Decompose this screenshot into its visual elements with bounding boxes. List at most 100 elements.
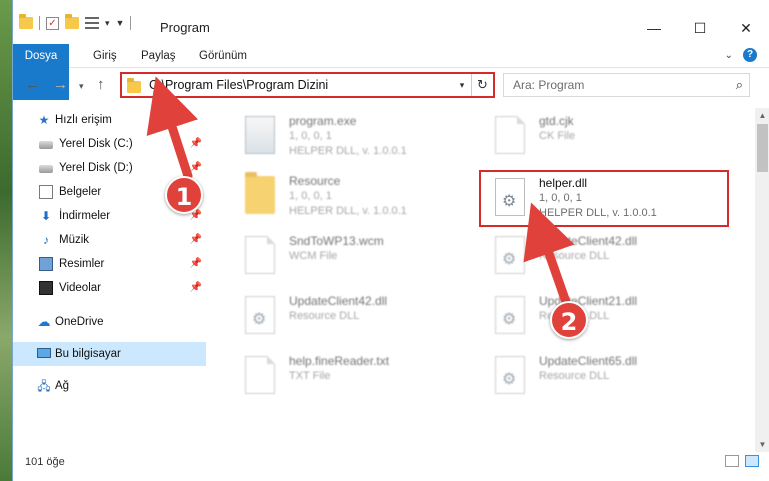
sidebar-item-label: OneDrive	[55, 316, 104, 328]
pin-icon[interactable]: 📌	[190, 228, 202, 252]
navigation-bar: ← → ▾ ↑ C:\Program Files\Program Dizini …	[13, 72, 769, 100]
sidebar-item-label: Resimler	[59, 258, 105, 270]
sidebar-item-music[interactable]: ♪ Müzik 📌	[13, 228, 206, 252]
file-item[interactable]: ⚙ UpdateClient42.dll Resource DLL	[475, 228, 715, 284]
file-detail: WCM File	[289, 250, 338, 262]
folder-icon	[245, 172, 275, 214]
file-name: UpdateClient42.dll	[289, 294, 388, 308]
exe-icon	[245, 116, 275, 154]
network-icon: 🖧	[37, 379, 51, 393]
file-item[interactable]: ⚙ UpdateClient65.dll Resource DLL	[475, 348, 715, 404]
downloads-icon: ⬇	[40, 209, 52, 223]
search-icon[interactable]: ⌕	[736, 77, 743, 93]
drive-icon	[39, 165, 53, 173]
chevron-down-icon[interactable]: ▾	[105, 18, 110, 29]
file-item[interactable]: ⚙ UpdateClient42.dll Resource DLL	[225, 288, 465, 344]
file-item[interactable]: ⚙ UpdateClient21.dll Resource DLL	[475, 288, 715, 344]
ribbon-controls: ⌄ ?	[725, 48, 757, 62]
details-view-icon[interactable]	[725, 455, 739, 467]
file-item[interactable]: help.fineReader.txt TXT File	[225, 348, 465, 404]
file-name: UpdateClient65.dll	[539, 354, 638, 368]
file-item[interactable]: Resource 1, 0, 0, 1 HELPER DLL, v. 1.0.0…	[225, 168, 465, 224]
file-detail: Resource DLL	[539, 370, 610, 382]
drive-icon	[39, 141, 53, 149]
sidebar-item-label: Müzik	[59, 234, 90, 246]
properties-icon[interactable]	[85, 17, 99, 29]
file-name: Resource	[289, 174, 341, 188]
file-name: UpdateClient21.dll	[539, 294, 638, 308]
file-detail: Resource DLL	[289, 310, 360, 322]
sidebar-item-label: Bu bilgisayar	[55, 348, 121, 360]
documents-icon	[39, 185, 53, 199]
pin-icon[interactable]: 📌	[190, 156, 202, 180]
sidebar-item-label: Yerel Disk (C:)	[59, 138, 133, 150]
scroll-down-icon[interactable]: ▼	[755, 437, 769, 452]
folder-icon	[127, 77, 141, 93]
ribbon-tabs: Dosya Giriş Paylaş Görünüm ⌄ ?	[13, 44, 769, 100]
address-bar[interactable]: C:\Program Files\Program Dizini ▾ ↻	[120, 72, 495, 98]
step-badge-2: 2	[550, 301, 588, 339]
dll-icon: ⚙	[495, 236, 525, 274]
address-path[interactable]: C:\Program Files\Program Dizini	[149, 78, 453, 92]
pin-icon[interactable]: 📌	[190, 132, 202, 156]
chevron-down-icon[interactable]: ⌄	[725, 50, 733, 61]
vertical-scrollbar[interactable]: ▲ ▼	[755, 108, 769, 452]
music-icon: ♪	[43, 233, 49, 247]
file-name: help.fineReader.txt	[289, 354, 390, 368]
tab-view[interactable]: Görünüm	[189, 44, 257, 68]
pin-icon[interactable]: 📌	[190, 276, 202, 300]
navigation-pane: ★ Hızlı erişim Yerel Disk (C:) 📌 Yerel D…	[13, 108, 206, 452]
minimize-button[interactable]: —	[631, 14, 677, 42]
pin-icon[interactable]: 📌	[190, 252, 202, 276]
scroll-up-icon[interactable]: ▲	[755, 108, 769, 123]
status-bar: 101 öğe	[13, 452, 769, 481]
star-icon: ★	[38, 113, 50, 127]
sidebar-item-label: Hızlı erişim	[55, 114, 112, 126]
file-list: program.exe 1, 0, 0, 1 HELPER DLL, v. 1.…	[225, 108, 743, 452]
item-count: 101 öğe	[25, 456, 65, 468]
file-name: SndToWP13.wcm	[289, 234, 384, 248]
folder-icon	[19, 14, 33, 29]
customize-toolbar-icon[interactable]: ▼	[116, 18, 125, 28]
sidebar-item-pictures[interactable]: Resimler 📌	[13, 252, 206, 276]
dll-icon: ⚙	[245, 296, 275, 334]
tiles-view-icon[interactable]	[745, 455, 759, 467]
sidebar-item-videos[interactable]: Videolar 📌	[13, 276, 206, 300]
pictures-icon	[39, 257, 53, 271]
tab-home[interactable]: Giriş	[83, 44, 127, 68]
sidebar-item-onedrive[interactable]: ☁ OneDrive	[13, 310, 206, 334]
properties-check-icon[interactable]: ✓	[46, 16, 59, 30]
new-folder-icon[interactable]	[65, 14, 79, 29]
sidebar-item-label: Videolar	[59, 282, 101, 294]
file-name: gtd.cjk	[539, 114, 574, 128]
dll-icon: ⚙	[495, 356, 525, 394]
sidebar-item-this-pc[interactable]: Bu bilgisayar	[13, 342, 206, 366]
file-detail: 1, 0, 0, 1	[289, 190, 332, 202]
file-item[interactable]: SndToWP13.wcm WCM File	[225, 228, 465, 284]
dll-icon: ⚙	[495, 296, 525, 334]
search-placeholder: Ara: Program	[513, 78, 585, 92]
refresh-icon[interactable]: ↻	[471, 74, 493, 96]
file-name: program.exe	[289, 114, 357, 128]
sidebar-item-network[interactable]: 🖧 Ağ	[13, 374, 206, 398]
sidebar-item-quick-access[interactable]: ★ Hızlı erişim	[13, 108, 206, 132]
search-input[interactable]: Ara: Program ⌕	[503, 73, 750, 97]
sidebar-item-label: İndirmeler	[59, 210, 111, 222]
sidebar-item-local-disk-c[interactable]: Yerel Disk (C:) 📌	[13, 132, 206, 156]
up-arrow-icon[interactable]: ↑	[97, 76, 105, 93]
file-item[interactable]: program.exe 1, 0, 0, 1 HELPER DLL, v. 1.…	[225, 108, 465, 164]
scroll-thumb[interactable]	[757, 124, 768, 172]
file-icon	[495, 116, 525, 154]
file-detail: HELPER DLL, v. 1.0.0.1	[289, 205, 407, 217]
help-icon[interactable]: ?	[743, 48, 757, 62]
recent-locations-chevron-icon[interactable]: ▾	[79, 81, 84, 92]
maximize-button[interactable]: ☐	[677, 14, 723, 42]
tab-share[interactable]: Paylaş	[131, 44, 186, 68]
file-item[interactable]: gtd.cjk CK File	[475, 108, 715, 164]
close-button[interactable]: ✕	[723, 14, 769, 42]
back-arrow-icon[interactable]: ←	[25, 76, 40, 93]
computer-icon	[37, 348, 51, 358]
chevron-down-icon[interactable]: ▾	[453, 80, 471, 91]
file-detail: Resource DLL	[539, 250, 610, 262]
forward-arrow-icon[interactable]: →	[53, 76, 68, 93]
